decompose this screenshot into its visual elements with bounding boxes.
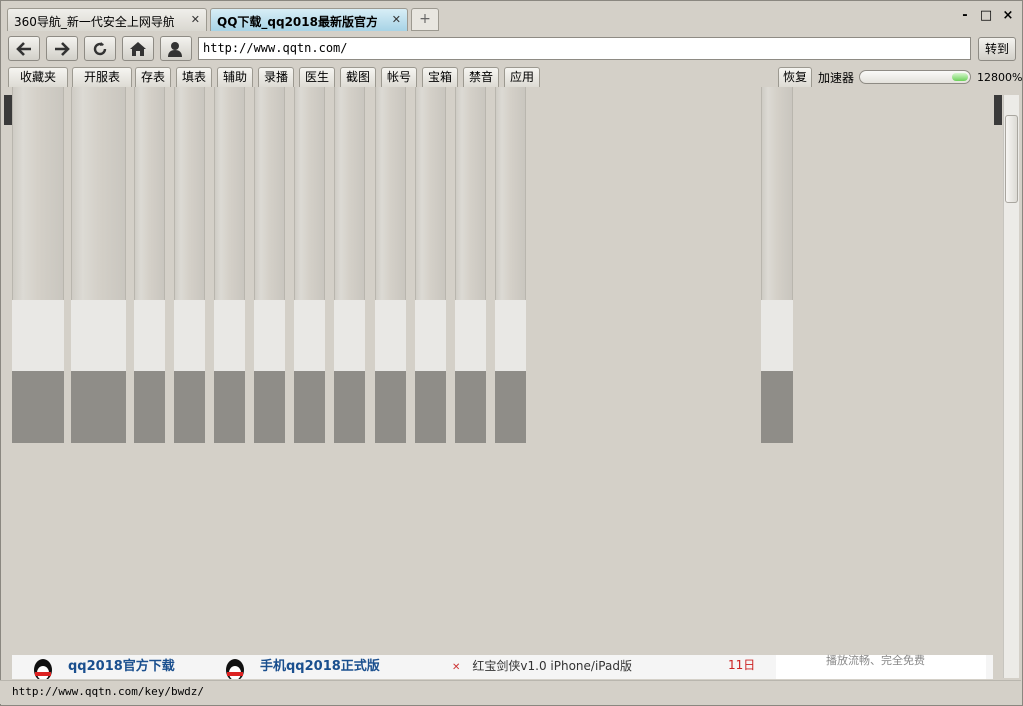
render-artifact-column — [134, 87, 165, 443]
close-tab-icon[interactable]: ✕ — [191, 13, 200, 26]
render-artifact-column — [334, 87, 365, 443]
status-bar: http://www.qqtn.com/key/bwdz/ — [0, 680, 1021, 704]
link-qq2018-download[interactable]: qq2018官方下载 — [68, 655, 175, 674]
home-button[interactable] — [122, 36, 154, 61]
toolbar-assist[interactable]: 辅助 — [217, 67, 253, 87]
toolbar-mute[interactable]: 禁音 — [463, 67, 499, 87]
close-window-button[interactable]: × — [998, 7, 1018, 25]
address-bar[interactable]: http://www.qqtn.com/ — [198, 37, 971, 60]
back-button[interactable] — [8, 36, 40, 61]
accelerator-fill — [952, 73, 968, 81]
toolbar-screenshot[interactable]: 截图 — [340, 67, 376, 87]
render-artifact-column — [455, 87, 486, 443]
maximize-button[interactable]: □ — [976, 7, 996, 25]
go-button[interactable]: 转到 — [978, 37, 1016, 61]
user-icon — [168, 41, 182, 57]
status-url: http://www.qqtn.com/key/bwdz/ — [12, 685, 205, 698]
tab-qq-download[interactable]: QQ下载_qq2018最新版官方··· ✕ — [210, 8, 408, 31]
render-artifact-column — [174, 87, 205, 443]
render-artifact-column — [254, 87, 285, 443]
toolbar-fill-form[interactable]: 填表 — [176, 67, 212, 87]
page-edge-marker — [4, 95, 12, 125]
tab-title: QQ下载_qq2018最新版官方··· — [217, 15, 377, 29]
toolbar-treasure[interactable]: 宝箱 — [422, 67, 458, 87]
accelerator-slider[interactable] — [859, 70, 971, 84]
accelerator-label: 加速器 — [818, 71, 855, 85]
tab-360-nav[interactable]: 360导航_新一代安全上网导航 ✕ — [7, 8, 207, 31]
render-artifact-column — [12, 87, 64, 443]
render-artifact-column — [761, 87, 793, 443]
vertical-scrollbar[interactable] — [1003, 95, 1019, 678]
refresh-icon — [93, 41, 107, 55]
toolbar-account[interactable]: 帐号 — [381, 67, 417, 87]
list-item[interactable]: ✕ 红宝剑侠v1.0 iPhone/iPad版 — [452, 657, 632, 674]
account-button[interactable] — [160, 36, 192, 61]
toolbar-doctor[interactable]: 医生 — [299, 67, 335, 87]
home-icon — [130, 41, 146, 56]
forward-button[interactable] — [46, 36, 78, 61]
render-artifact-column — [71, 87, 126, 443]
render-artifact-column — [415, 87, 446, 443]
link-mobile-qq2018[interactable]: 手机qq2018正式版 — [260, 655, 380, 674]
close-tab-icon[interactable]: ✕ — [392, 13, 401, 26]
list-item-title: 红宝剑侠v1.0 iPhone/iPad版 — [472, 659, 632, 673]
toolbar-server-list[interactable]: 开服表 — [72, 67, 132, 87]
render-artifact-column — [214, 87, 245, 443]
arrow-right-icon — [55, 41, 70, 56]
toolbar-favorites[interactable]: 收藏夹 — [8, 67, 68, 87]
list-item-date: 11日 — [728, 658, 756, 672]
toolbar-save-form[interactable]: 存表 — [135, 67, 171, 87]
render-artifact-column — [495, 87, 526, 443]
new-tab-button[interactable]: + — [411, 8, 439, 31]
render-artifact-column — [294, 87, 325, 443]
tab-title: 360导航_新一代安全上网导航 — [14, 15, 174, 29]
zoom-level[interactable]: 12800% — [977, 71, 1022, 84]
qq-penguin-icon — [226, 659, 244, 679]
arrow-left-icon — [16, 41, 31, 56]
render-artifact-column — [375, 87, 406, 443]
minimize-button[interactable]: - — [955, 7, 975, 25]
scrollbar-thumb[interactable] — [1005, 115, 1018, 203]
broken-image-icon: ✕ — [452, 662, 461, 673]
toolbar-apps[interactable]: 应用 — [504, 67, 540, 87]
toolbar-record[interactable]: 录播 — [258, 67, 294, 87]
toolbar-restore[interactable]: 恢复 — [778, 67, 812, 87]
refresh-button[interactable] — [84, 36, 116, 61]
side-panel-text: 播放流畅、完全免费 — [826, 654, 925, 667]
page-edge-marker — [994, 95, 1002, 125]
qq-penguin-icon — [34, 659, 52, 679]
